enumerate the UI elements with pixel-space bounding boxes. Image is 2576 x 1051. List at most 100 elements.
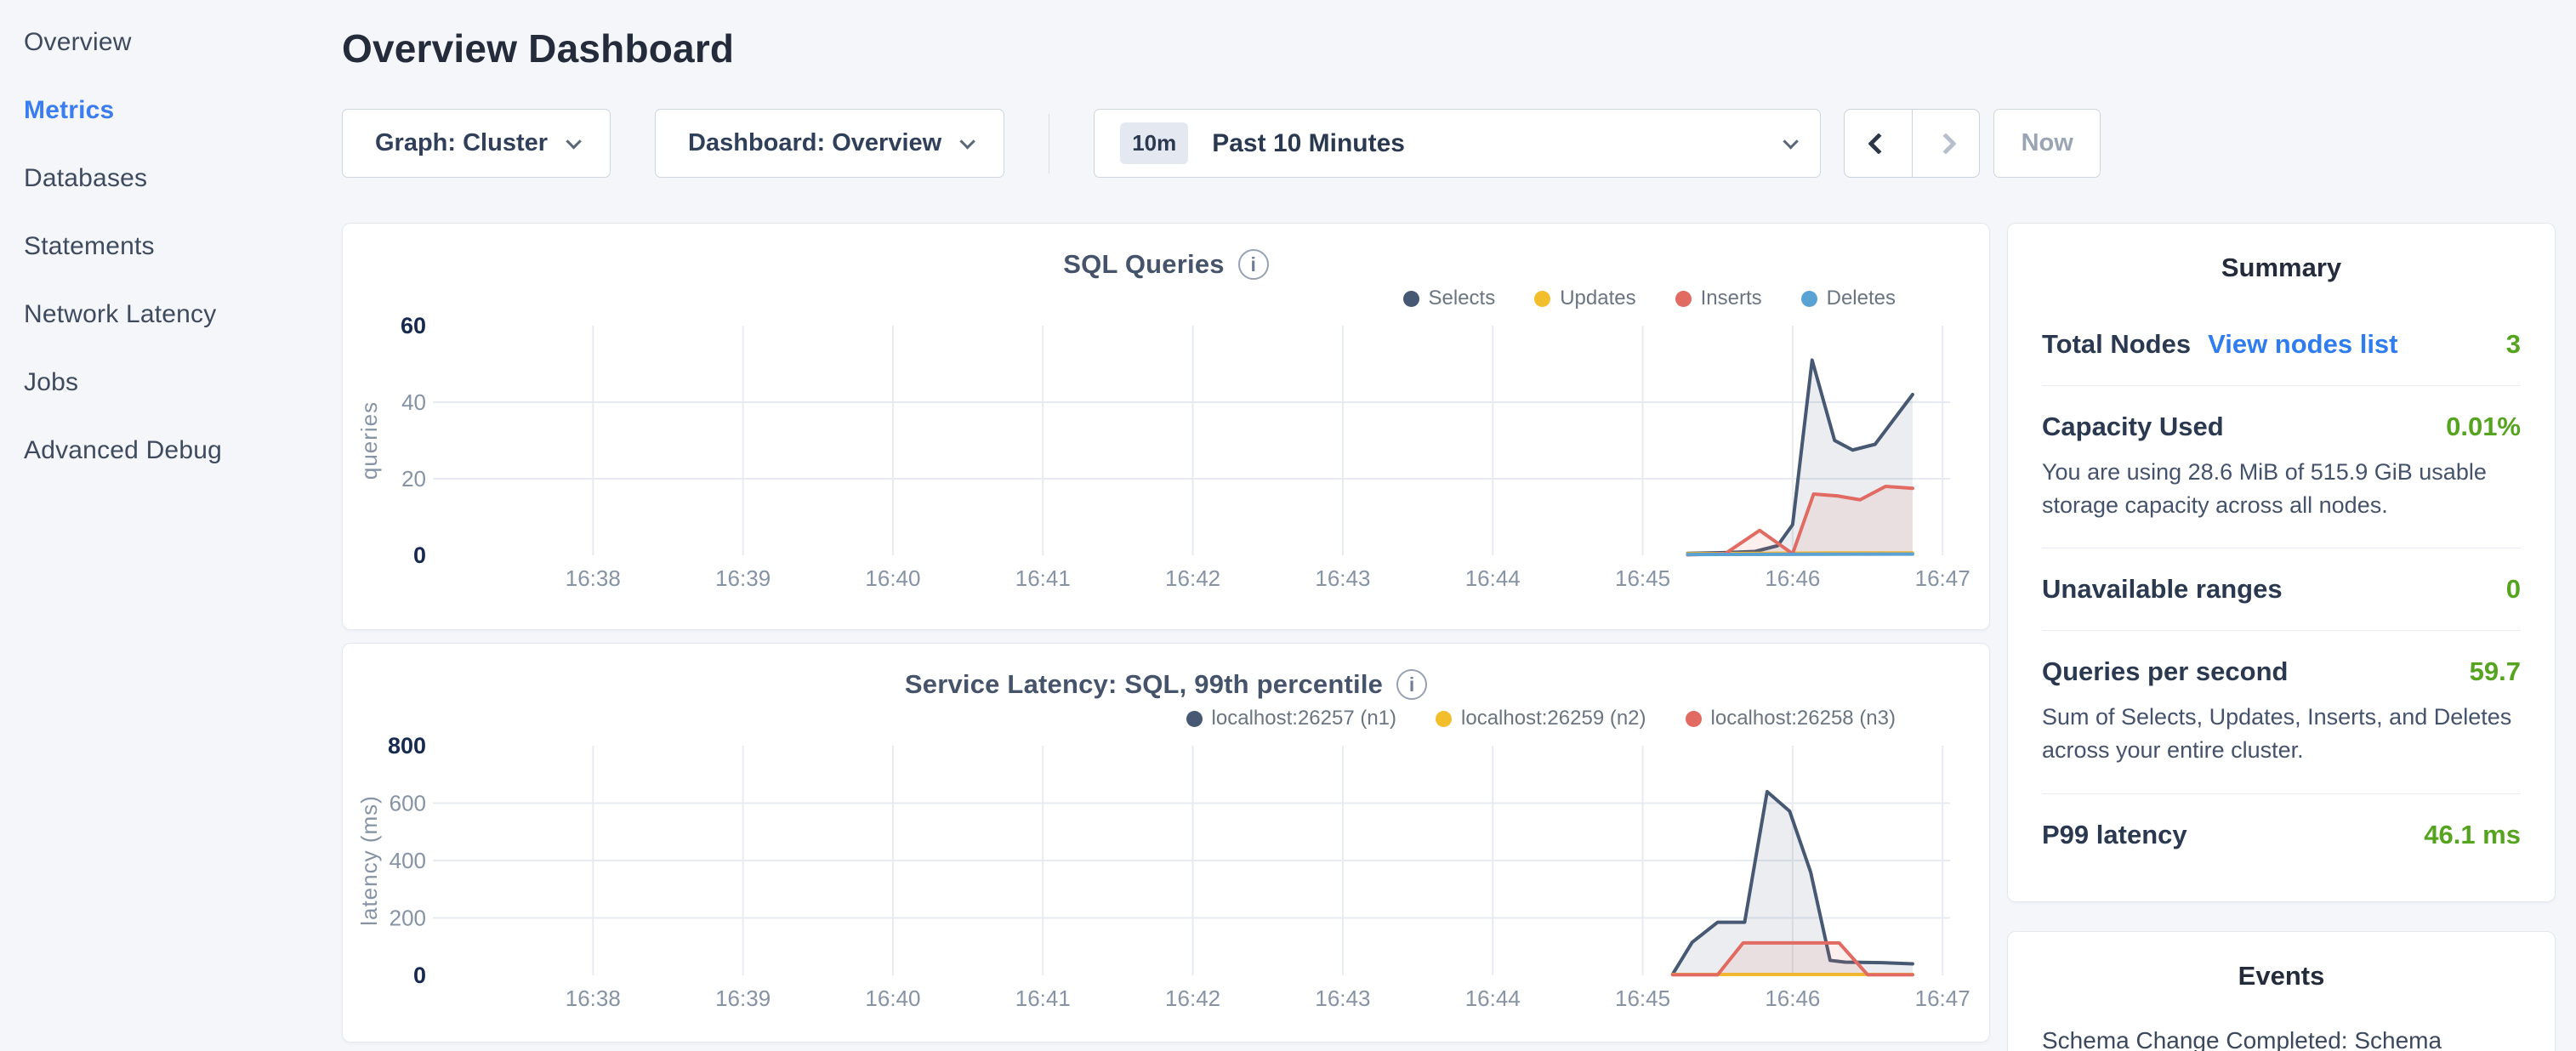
- svg-text:0: 0: [413, 543, 426, 568]
- service-latency-legend: localhost:26257 (n1) localhost:26259 (n2)…: [343, 703, 1989, 734]
- legend-label: Inserts: [1701, 287, 1762, 310]
- svg-text:latency (ms): latency (ms): [356, 795, 382, 926]
- now-button[interactable]: Now: [1993, 109, 2101, 178]
- time-range-badge: 10m: [1120, 122, 1188, 164]
- page-title: Overview Dashboard: [342, 26, 2556, 71]
- svg-text:16:40: 16:40: [865, 986, 920, 1011]
- legend-item[interactable]: Updates: [1534, 287, 1635, 310]
- sql-queries-chart-header: SQL Queries i: [343, 246, 1989, 283]
- event-item[interactable]: Schema Change Completed: Schema change w…: [2042, 1022, 2521, 1051]
- time-range-selector[interactable]: 10m Past 10 Minutes: [1094, 109, 1821, 178]
- svg-text:16:43: 16:43: [1315, 565, 1370, 591]
- summary-value: 3: [2506, 329, 2521, 360]
- sidebar-item-network-latency[interactable]: Network Latency: [24, 281, 323, 349]
- main-content: Overview Dashboard Graph: Cluster Dashbo…: [323, 0, 2576, 1051]
- legend-label: localhost:26257 (n1): [1212, 707, 1396, 730]
- svg-text:16:45: 16:45: [1615, 986, 1670, 1011]
- summary-description: Sum of Selects, Updates, Inserts, and De…: [2042, 701, 2521, 767]
- svg-text:16:44: 16:44: [1465, 565, 1521, 591]
- summary-label: Capacity Used: [2042, 412, 2224, 442]
- sql-queries-chart[interactable]: 16:3816:3916:4016:4116:4216:4316:4416:45…: [343, 315, 1989, 596]
- time-step-buttons: [1844, 109, 1980, 178]
- svg-text:800: 800: [388, 736, 426, 758]
- svg-text:60: 60: [401, 315, 426, 338]
- legend-item[interactable]: Deletes: [1801, 287, 1896, 310]
- legend-dot-icon: [1436, 711, 1452, 727]
- summary-row-total-nodes: Total Nodes View nodes list 3: [2042, 304, 2521, 386]
- svg-text:16:43: 16:43: [1315, 986, 1370, 1011]
- service-latency-chart-header: Service Latency: SQL, 99th percentile i: [343, 666, 1989, 703]
- right-column: Summary Total Nodes View nodes list 3 C: [2007, 223, 2556, 1051]
- summary-rows: Total Nodes View nodes list 3 Capacity U…: [2042, 304, 2521, 876]
- dashboard-dropdown[interactable]: Dashboard: Overview: [655, 109, 1004, 178]
- time-back-button[interactable]: [1845, 110, 1912, 177]
- sql-queries-chart-card: SQL Queries i Selects Updates Inserts Delet…: [342, 223, 1990, 630]
- svg-text:16:44: 16:44: [1465, 986, 1521, 1011]
- svg-text:0: 0: [413, 963, 426, 988]
- chart-title: Service Latency: SQL, 99th percentile: [905, 669, 1383, 700]
- svg-text:16:46: 16:46: [1765, 986, 1820, 1011]
- dashboard-label: Dashboard: Overview: [688, 129, 941, 157]
- legend-item[interactable]: localhost:26259 (n2): [1436, 707, 1646, 730]
- sidebar-item-overview[interactable]: Overview: [24, 9, 323, 77]
- service-latency-chart-card: Service Latency: SQL, 99th percentile i …: [342, 643, 1990, 1042]
- dashboard-content: SQL Queries i Selects Updates Inserts Delet…: [342, 223, 2556, 1051]
- sidebar-item-metrics[interactable]: Metrics: [24, 77, 323, 145]
- graph-scope-label: Graph: Cluster: [375, 129, 548, 157]
- svg-text:16:41: 16:41: [1015, 986, 1071, 1011]
- view-nodes-list-link[interactable]: View nodes list: [2208, 329, 2397, 360]
- legend-label: Deletes: [1827, 287, 1896, 310]
- summary-row-queries-per-second: Queries per second 59.7 Sum of Selects, …: [2042, 631, 2521, 793]
- info-icon[interactable]: i: [1396, 669, 1427, 700]
- time-forward-button[interactable]: [1912, 110, 1979, 177]
- summary-row-capacity-used: Capacity Used 0.01% You are using 28.6 M…: [2042, 386, 2521, 548]
- svg-text:16:39: 16:39: [715, 986, 771, 1011]
- svg-text:400: 400: [390, 848, 426, 873]
- legend-label: localhost:26258 (n3): [1711, 707, 1896, 730]
- legend-item[interactable]: Inserts: [1675, 287, 1762, 310]
- graph-scope-dropdown[interactable]: Graph: Cluster: [342, 109, 611, 178]
- svg-text:40: 40: [401, 389, 426, 415]
- chevron-left-icon: [1868, 133, 1889, 154]
- legend-label: Selects: [1429, 287, 1496, 310]
- event-message: Schema Change Completed: Schema change w…: [2042, 1022, 2521, 1051]
- legend-item[interactable]: localhost:26257 (n1): [1186, 707, 1396, 730]
- sidebar: Overview Metrics Databases Statements Ne…: [0, 0, 323, 1051]
- summary-row-p99-latency: P99 latency 46.1 ms: [2042, 794, 2521, 876]
- svg-text:200: 200: [390, 906, 426, 931]
- legend-dot-icon: [1801, 291, 1817, 307]
- legend-dot-icon: [1534, 291, 1550, 307]
- svg-text:16:42: 16:42: [1165, 986, 1220, 1011]
- charts-column: SQL Queries i Selects Updates Inserts Delet…: [342, 223, 1990, 1051]
- sidebar-item-jobs[interactable]: Jobs: [24, 349, 323, 417]
- legend-label: localhost:26259 (n2): [1461, 707, 1646, 730]
- svg-text:20: 20: [401, 466, 426, 491]
- svg-text:16:46: 16:46: [1765, 565, 1820, 591]
- chart-title: SQL Queries: [1063, 249, 1224, 280]
- service-latency-chart[interactable]: 16:3816:3916:4016:4116:4216:4316:4416:45…: [343, 736, 1989, 1016]
- legend-dot-icon: [1186, 711, 1203, 727]
- summary-value: 0.01%: [2446, 412, 2521, 442]
- info-icon[interactable]: i: [1238, 249, 1269, 280]
- legend-item[interactable]: localhost:26258 (n3): [1686, 707, 1896, 730]
- legend-item[interactable]: Selects: [1403, 287, 1496, 310]
- time-range-label: Past 10 Minutes: [1212, 129, 1783, 158]
- summary-label: Total Nodes: [2042, 329, 2191, 360]
- summary-panel: Summary Total Nodes View nodes list 3 C: [2007, 223, 2556, 902]
- chevron-down-icon: [960, 134, 975, 149]
- sidebar-item-statements[interactable]: Statements: [24, 213, 323, 281]
- legend-dot-icon: [1686, 711, 1702, 727]
- chevron-right-icon: [1935, 133, 1956, 154]
- sidebar-item-databases[interactable]: Databases: [24, 145, 323, 213]
- summary-description: You are using 28.6 MiB of 515.9 GiB usab…: [2042, 456, 2521, 522]
- summary-row-unavailable-ranges: Unavailable ranges 0: [2042, 548, 2521, 631]
- svg-text:16:47: 16:47: [1915, 986, 1970, 1011]
- summary-label: Unavailable ranges: [2042, 574, 2283, 605]
- chevron-down-icon: [1783, 134, 1799, 149]
- events-panel: Events Schema Change Completed: Schema c…: [2007, 931, 2556, 1051]
- legend-dot-icon: [1403, 291, 1419, 307]
- sidebar-item-advanced-debug[interactable]: Advanced Debug: [24, 417, 323, 485]
- chevron-down-icon: [566, 134, 581, 149]
- summary-label: P99 latency: [2042, 820, 2187, 850]
- app-root: Overview Metrics Databases Statements Ne…: [0, 0, 2576, 1051]
